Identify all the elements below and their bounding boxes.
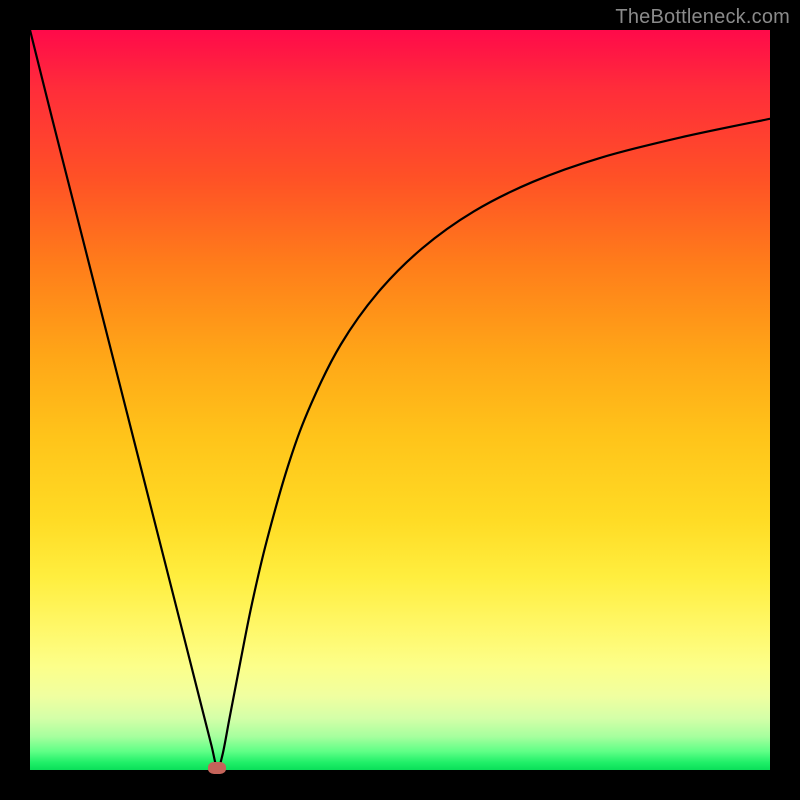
optimal-point-marker — [208, 762, 226, 774]
watermark-text: TheBottleneck.com — [615, 6, 790, 29]
bottleneck-curve — [30, 30, 770, 770]
chart-frame: TheBottleneck.com — [0, 0, 800, 800]
plot-area — [30, 30, 770, 770]
